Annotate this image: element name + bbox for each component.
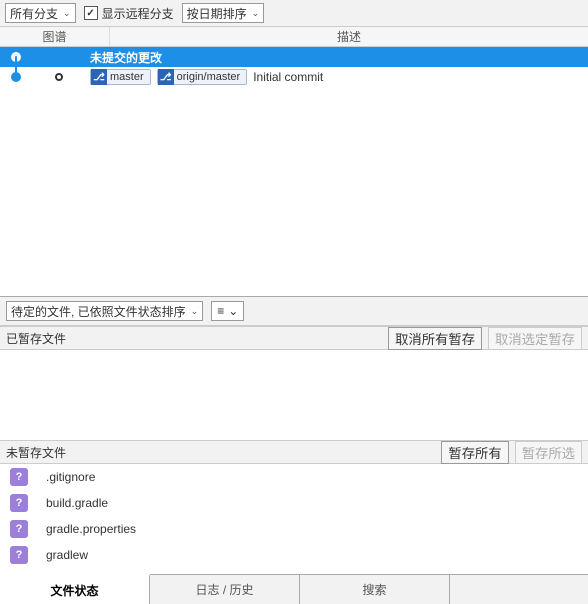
tab-search[interactable]: 搜索 <box>300 575 450 604</box>
checkmark-icon: ✓ <box>84 6 98 20</box>
list-icon: ≡ <box>217 304 224 318</box>
staged-files-list <box>0 350 588 440</box>
status-unknown-icon: ? <box>10 494 28 512</box>
file-row[interactable]: ? gradle.properties <box>0 516 588 542</box>
unstaged-title: 未暂存文件 <box>6 444 66 461</box>
sort-select[interactable]: 按日期排序 ⌄ <box>182 3 265 23</box>
pending-sort-select[interactable]: 待定的文件, 已依照文件状态排序 ⌄ <box>6 301 203 321</box>
chevron-down-icon: ⌄ <box>252 8 260 19</box>
commit-message: Initial commit <box>253 70 323 84</box>
graph-node <box>0 52 32 62</box>
show-remote-checkbox[interactable]: ✓ 显示远程分支 <box>84 5 174 22</box>
file-row[interactable]: ? build.gradle <box>0 490 588 516</box>
stage-all-button[interactable]: 暂存所有 <box>441 441 508 464</box>
branch-filter-label: 所有分支 <box>10 5 58 22</box>
bottom-tabbar: 文件状态 日志 / 历史 搜索 <box>0 574 588 604</box>
branch-filter-select[interactable]: 所有分支 ⌄ <box>5 3 76 23</box>
graph-line <box>15 57 17 72</box>
tab-file-status[interactable]: 文件状态 <box>0 574 150 604</box>
pending-files-toolbar: 待定的文件, 已依照文件状态排序 ⌄ ≡ ⌄ <box>0 297 588 326</box>
commit-row-uncommitted[interactable]: 未提交的更改 <box>0 47 588 67</box>
chevron-down-icon: ⌄ <box>191 306 199 317</box>
file-row[interactable]: ? .gitignore <box>0 464 588 490</box>
tab-log-history[interactable]: 日志 / 历史 <box>150 575 300 604</box>
commit-graph-area: 未提交的更改 ⎇ master ⎇ origin/master Initial … <box>0 47 588 297</box>
file-name: build.gradle <box>46 496 108 510</box>
branch-tag-master[interactable]: ⎇ master <box>90 69 151 85</box>
file-name: gradlew <box>46 548 88 562</box>
file-name: .gitignore <box>46 470 95 484</box>
stage-selected-button: 暂存所选 <box>515 441 582 464</box>
file-row[interactable]: ? gradlew <box>0 542 588 568</box>
chevron-down-icon: ⌄ <box>228 304 238 318</box>
status-unknown-icon: ? <box>10 546 28 564</box>
commit-subnode-icon <box>55 73 63 81</box>
sort-label: 按日期排序 <box>187 5 247 22</box>
unstage-all-button[interactable]: 取消所有暂存 <box>388 327 482 350</box>
chevron-down-icon: ⌄ <box>63 8 71 19</box>
pending-sort-label: 待定的文件, 已依照文件状态排序 <box>11 303 186 320</box>
commit-node-icon <box>11 72 21 82</box>
staged-files-header: 已暂存文件 取消所有暂存 取消选定暂存 <box>0 326 588 350</box>
status-unknown-icon: ? <box>10 520 28 538</box>
view-mode-button[interactable]: ≡ ⌄ <box>211 301 244 321</box>
branch-icon: ⎇ <box>158 69 174 85</box>
graph-columns-header: 图谱 描述 <box>0 27 588 47</box>
file-name: gradle.properties <box>46 522 136 536</box>
show-remote-label: 显示远程分支 <box>102 5 174 22</box>
graph-subnode <box>32 73 86 81</box>
unstage-selected-button: 取消选定暂存 <box>488 327 582 350</box>
unstaged-files-list: ? .gitignore ? build.gradle ? gradle.pro… <box>0 464 588 574</box>
branch-icon: ⎇ <box>91 69 107 85</box>
column-graph[interactable]: 图谱 <box>0 27 110 46</box>
staged-title: 已暂存文件 <box>6 330 66 347</box>
unstaged-files-header: 未暂存文件 暂存所有 暂存所选 <box>0 440 588 464</box>
branch-label: origin/master <box>177 71 241 83</box>
top-toolbar: 所有分支 ⌄ ✓ 显示远程分支 按日期排序 ⌄ <box>0 0 588 27</box>
branch-label: master <box>110 71 144 83</box>
commit-message: 未提交的更改 <box>86 49 588 66</box>
graph-node <box>0 72 32 82</box>
column-description[interactable]: 描述 <box>110 27 588 46</box>
branch-tag-origin-master[interactable]: ⎇ origin/master <box>157 69 248 85</box>
commit-row[interactable]: ⎇ master ⎇ origin/master Initial commit <box>0 67 588 87</box>
status-unknown-icon: ? <box>10 468 28 486</box>
